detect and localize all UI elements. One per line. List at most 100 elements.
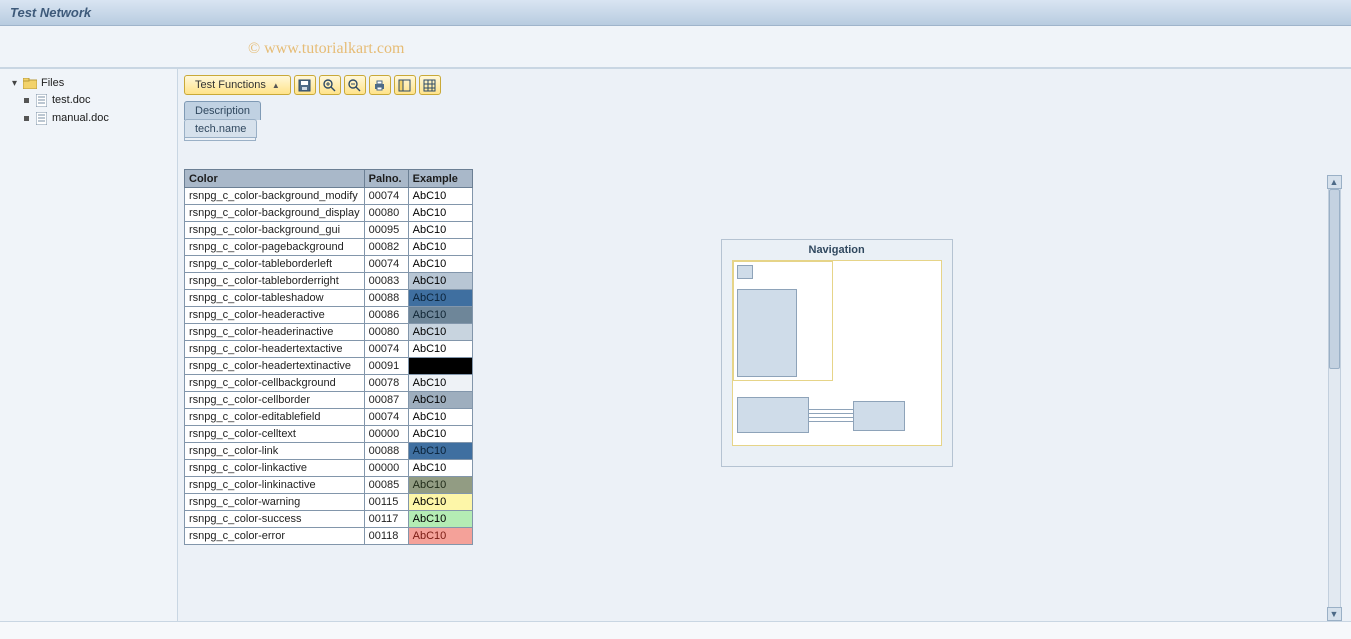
cell-palno: 00082	[364, 239, 408, 256]
tree-root[interactable]: ▾ Files	[10, 77, 171, 89]
nav-node-bottom-left[interactable]	[737, 397, 809, 433]
tab-strip: Description	[184, 101, 1343, 120]
cell-palno: 00083	[364, 273, 408, 290]
cell-color-name: rsnpg_c_color-warning	[185, 494, 365, 511]
cell-color-name: rsnpg_c_color-headertextactive	[185, 341, 365, 358]
cell-color-name: rsnpg_c_color-background_modify	[185, 188, 365, 205]
watermark-text: © www.tutorialkart.com	[248, 40, 404, 58]
color-table-wrap: Color Palno. Example rsnpg_c_color-backg…	[184, 169, 473, 621]
cell-color-name: rsnpg_c_color-background_gui	[185, 222, 365, 239]
cell-palno: 00086	[364, 307, 408, 324]
nav-node-bottom-right[interactable]	[853, 401, 905, 431]
cell-color-name: rsnpg_c_color-background_display	[185, 205, 365, 222]
table-row[interactable]: rsnpg_c_color-celltext00000AbC10	[185, 426, 473, 443]
table-row[interactable]: rsnpg_c_color-headeractive00086AbC10	[185, 307, 473, 324]
tree-root-label: Files	[41, 77, 64, 89]
table-row[interactable]: rsnpg_c_color-tableborderleft00074AbC10	[185, 256, 473, 273]
document-icon	[36, 94, 47, 107]
table-row[interactable]: rsnpg_c_color-headertextinactive00091	[185, 358, 473, 375]
navigation-canvas[interactable]	[732, 260, 942, 446]
nav-node-small[interactable]	[737, 265, 753, 279]
col-header-example[interactable]: Example	[408, 170, 472, 188]
table-row[interactable]: rsnpg_c_color-editablefield00074AbC10	[185, 409, 473, 426]
toolbar: Test Functions ▲	[184, 75, 1343, 95]
cell-palno: 00091	[364, 358, 408, 375]
cell-example: AbC10	[408, 222, 472, 239]
scroll-down-button[interactable]: ▼	[1327, 607, 1342, 621]
tree-collapse-icon[interactable]: ▾	[10, 78, 19, 89]
cell-example: AbC10	[408, 341, 472, 358]
zoom-in-button[interactable]	[319, 75, 341, 95]
table-row[interactable]: rsnpg_c_color-tableborderright00083AbC10	[185, 273, 473, 290]
cell-palno: 00095	[364, 222, 408, 239]
cell-example: AbC10	[408, 307, 472, 324]
nav-node-big[interactable]	[737, 289, 797, 377]
table-row[interactable]: rsnpg_c_color-linkactive00000AbC10	[185, 460, 473, 477]
save-button[interactable]	[294, 75, 316, 95]
table-row[interactable]: rsnpg_c_color-error00118AbC10	[185, 528, 473, 545]
tab-description[interactable]: Description	[184, 101, 261, 120]
cell-color-name: rsnpg_c_color-linkinactive	[185, 477, 365, 494]
table-row[interactable]: rsnpg_c_color-warning00115AbC10	[185, 494, 473, 511]
work-row: Color Palno. Example rsnpg_c_color-backg…	[184, 169, 1343, 621]
table-row[interactable]: rsnpg_c_color-cellborder00087AbC10	[185, 392, 473, 409]
cell-color-name: rsnpg_c_color-headerinactive	[185, 324, 365, 341]
cell-palno: 00000	[364, 426, 408, 443]
table-row[interactable]: rsnpg_c_color-pagebackground00082AbC10	[185, 239, 473, 256]
cell-example: AbC10	[408, 188, 472, 205]
table-row[interactable]: rsnpg_c_color-background_gui00095AbC10	[185, 222, 473, 239]
scroll-thumb[interactable]	[1329, 189, 1340, 369]
cell-example: AbC10	[408, 375, 472, 392]
cell-palno: 00088	[364, 290, 408, 307]
nav-connector-line	[809, 421, 853, 422]
cell-palno: 00085	[364, 477, 408, 494]
tab-strip-2: tech.name	[184, 119, 1343, 138]
dropdown-caret-icon: ▲	[272, 81, 280, 90]
cell-example: AbC10	[408, 511, 472, 528]
cell-palno: 00080	[364, 205, 408, 222]
tab-body-spacer	[184, 137, 256, 141]
table-row[interactable]: rsnpg_c_color-headerinactive00080AbC10	[185, 324, 473, 341]
table-row[interactable]: rsnpg_c_color-link00088AbC10	[185, 443, 473, 460]
table-row[interactable]: rsnpg_c_color-background_modify00074AbC1…	[185, 188, 473, 205]
cell-color-name: rsnpg_c_color-headertextinactive	[185, 358, 365, 375]
cell-color-name: rsnpg_c_color-pagebackground	[185, 239, 365, 256]
table-row[interactable]: rsnpg_c_color-background_display00080AbC…	[185, 205, 473, 222]
tab-techname[interactable]: tech.name	[184, 119, 257, 138]
cell-example: AbC10	[408, 443, 472, 460]
tree-item[interactable]: manual.doc	[24, 109, 171, 127]
tree-item-label: manual.doc	[52, 112, 109, 124]
grid-button[interactable]	[419, 75, 441, 95]
cell-example: AbC10	[408, 426, 472, 443]
scroll-track[interactable]	[1328, 189, 1341, 607]
table-row[interactable]: rsnpg_c_color-tableshadow00088AbC10	[185, 290, 473, 307]
cell-palno: 00080	[364, 324, 408, 341]
col-header-color[interactable]: Color	[185, 170, 365, 188]
cell-example: AbC10	[408, 528, 472, 545]
table-row[interactable]: rsnpg_c_color-linkinactive00085AbC10	[185, 477, 473, 494]
table-row[interactable]: rsnpg_c_color-headertextactive00074AbC10	[185, 341, 473, 358]
cell-color-name: rsnpg_c_color-link	[185, 443, 365, 460]
scroll-up-button[interactable]: ▲	[1327, 175, 1342, 189]
menu-bar: © www.tutorialkart.com	[0, 26, 1351, 68]
layout-button[interactable]	[394, 75, 416, 95]
cell-example: AbC10	[408, 409, 472, 426]
table-row[interactable]: rsnpg_c_color-success00117AbC10	[185, 511, 473, 528]
cell-color-name: rsnpg_c_color-cellbackground	[185, 375, 365, 392]
cell-color-name: rsnpg_c_color-cellborder	[185, 392, 365, 409]
document-icon	[36, 112, 47, 125]
cell-palno: 00074	[364, 188, 408, 205]
vertical-scrollbar: ▲ ▼	[1325, 169, 1343, 621]
test-functions-button[interactable]: Test Functions ▲	[184, 75, 291, 95]
cell-example: AbC10	[408, 460, 472, 477]
test-functions-label: Test Functions	[195, 79, 266, 91]
zoom-out-button[interactable]	[344, 75, 366, 95]
table-row[interactable]: rsnpg_c_color-cellbackground00078AbC10	[185, 375, 473, 392]
cell-color-name: rsnpg_c_color-linkactive	[185, 460, 365, 477]
tree-item[interactable]: test.doc	[24, 91, 171, 109]
col-header-palno[interactable]: Palno.	[364, 170, 408, 188]
bullet-icon	[24, 98, 29, 103]
cell-palno: 00115	[364, 494, 408, 511]
cell-example: AbC10	[408, 392, 472, 409]
print-button[interactable]	[369, 75, 391, 95]
